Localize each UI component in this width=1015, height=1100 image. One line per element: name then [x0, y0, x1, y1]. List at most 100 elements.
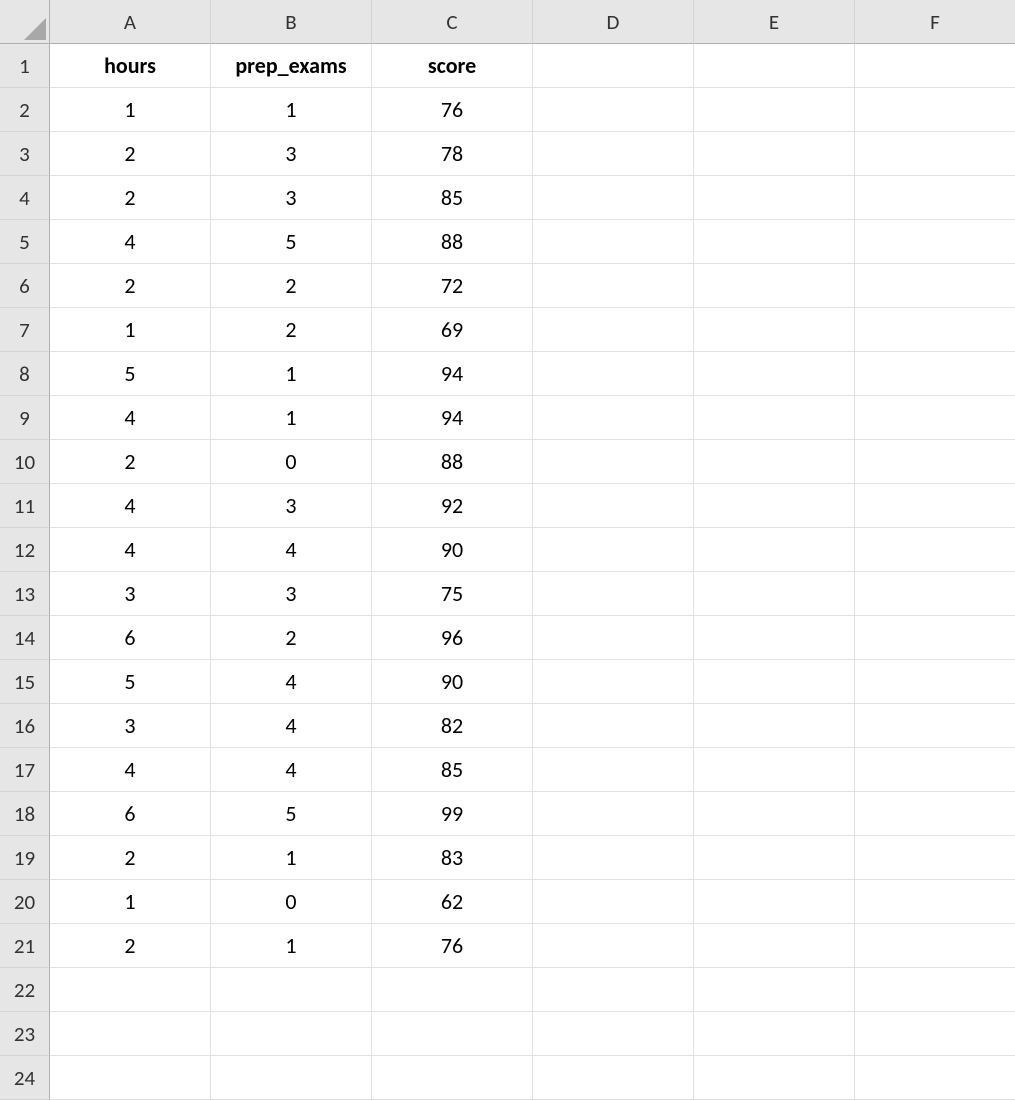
cell-E10[interactable] — [694, 440, 855, 484]
cell-E7[interactable] — [694, 308, 855, 352]
cell-D8[interactable] — [533, 352, 694, 396]
cell-A2[interactable]: 1 — [50, 88, 211, 132]
cell-C6[interactable]: 72 — [372, 264, 533, 308]
cell-A18[interactable]: 6 — [50, 792, 211, 836]
cell-C19[interactable]: 83 — [372, 836, 533, 880]
column-header-A[interactable]: A — [50, 0, 211, 44]
cell-D22[interactable] — [533, 968, 694, 1012]
cell-D5[interactable] — [533, 220, 694, 264]
row-header-2[interactable]: 2 — [0, 88, 50, 132]
cell-F12[interactable] — [855, 528, 1015, 572]
column-header-F[interactable]: F — [855, 0, 1015, 44]
cell-A11[interactable]: 4 — [50, 484, 211, 528]
cell-F19[interactable] — [855, 836, 1015, 880]
cell-C10[interactable]: 88 — [372, 440, 533, 484]
cell-D16[interactable] — [533, 704, 694, 748]
cell-B14[interactable]: 2 — [211, 616, 372, 660]
cell-C20[interactable]: 62 — [372, 880, 533, 924]
cell-E1[interactable] — [694, 44, 855, 88]
column-header-E[interactable]: E — [694, 0, 855, 44]
cell-A12[interactable]: 4 — [50, 528, 211, 572]
column-header-B[interactable]: B — [211, 0, 372, 44]
cell-C24[interactable] — [372, 1056, 533, 1100]
row-header-6[interactable]: 6 — [0, 264, 50, 308]
cell-E2[interactable] — [694, 88, 855, 132]
cell-D7[interactable] — [533, 308, 694, 352]
cell-C11[interactable]: 92 — [372, 484, 533, 528]
cell-F9[interactable] — [855, 396, 1015, 440]
cell-C14[interactable]: 96 — [372, 616, 533, 660]
cell-D11[interactable] — [533, 484, 694, 528]
row-header-20[interactable]: 20 — [0, 880, 50, 924]
cell-F22[interactable] — [855, 968, 1015, 1012]
column-header-C[interactable]: C — [372, 0, 533, 44]
row-header-3[interactable]: 3 — [0, 132, 50, 176]
cell-E15[interactable] — [694, 660, 855, 704]
cell-C16[interactable]: 82 — [372, 704, 533, 748]
cell-D1[interactable] — [533, 44, 694, 88]
cell-E18[interactable] — [694, 792, 855, 836]
cell-B11[interactable]: 3 — [211, 484, 372, 528]
select-all-corner[interactable] — [0, 0, 50, 44]
cell-F15[interactable] — [855, 660, 1015, 704]
cell-F16[interactable] — [855, 704, 1015, 748]
cell-E19[interactable] — [694, 836, 855, 880]
cell-F6[interactable] — [855, 264, 1015, 308]
cell-F11[interactable] — [855, 484, 1015, 528]
cell-B22[interactable] — [211, 968, 372, 1012]
cell-A1[interactable]: hours — [50, 44, 211, 88]
cell-D23[interactable] — [533, 1012, 694, 1056]
row-header-23[interactable]: 23 — [0, 1012, 50, 1056]
row-header-12[interactable]: 12 — [0, 528, 50, 572]
cell-E5[interactable] — [694, 220, 855, 264]
cell-D14[interactable] — [533, 616, 694, 660]
row-header-11[interactable]: 11 — [0, 484, 50, 528]
cell-B5[interactable]: 5 — [211, 220, 372, 264]
cell-B9[interactable]: 1 — [211, 396, 372, 440]
cell-F13[interactable] — [855, 572, 1015, 616]
cell-D9[interactable] — [533, 396, 694, 440]
cell-B21[interactable]: 1 — [211, 924, 372, 968]
cell-F10[interactable] — [855, 440, 1015, 484]
row-header-4[interactable]: 4 — [0, 176, 50, 220]
spreadsheet-grid[interactable]: A B C D E F 1 hours prep_exams score 2 1… — [0, 0, 1015, 1100]
cell-B8[interactable]: 1 — [211, 352, 372, 396]
cell-F5[interactable] — [855, 220, 1015, 264]
cell-A20[interactable]: 1 — [50, 880, 211, 924]
cell-D17[interactable] — [533, 748, 694, 792]
cell-C1[interactable]: score — [372, 44, 533, 88]
cell-A4[interactable]: 2 — [50, 176, 211, 220]
cell-E14[interactable] — [694, 616, 855, 660]
cell-E22[interactable] — [694, 968, 855, 1012]
row-header-13[interactable]: 13 — [0, 572, 50, 616]
cell-A6[interactable]: 2 — [50, 264, 211, 308]
cell-A24[interactable] — [50, 1056, 211, 1100]
cell-E3[interactable] — [694, 132, 855, 176]
cell-A14[interactable]: 6 — [50, 616, 211, 660]
cell-B1[interactable]: prep_exams — [211, 44, 372, 88]
cell-E8[interactable] — [694, 352, 855, 396]
cell-E6[interactable] — [694, 264, 855, 308]
cell-D19[interactable] — [533, 836, 694, 880]
cell-A8[interactable]: 5 — [50, 352, 211, 396]
cell-D3[interactable] — [533, 132, 694, 176]
cell-F7[interactable] — [855, 308, 1015, 352]
cell-B4[interactable]: 3 — [211, 176, 372, 220]
cell-D4[interactable] — [533, 176, 694, 220]
cell-C23[interactable] — [372, 1012, 533, 1056]
cell-C15[interactable]: 90 — [372, 660, 533, 704]
cell-A16[interactable]: 3 — [50, 704, 211, 748]
cell-B17[interactable]: 4 — [211, 748, 372, 792]
cell-D2[interactable] — [533, 88, 694, 132]
row-header-24[interactable]: 24 — [0, 1056, 50, 1100]
row-header-19[interactable]: 19 — [0, 836, 50, 880]
cell-B18[interactable]: 5 — [211, 792, 372, 836]
cell-C3[interactable]: 78 — [372, 132, 533, 176]
cell-C13[interactable]: 75 — [372, 572, 533, 616]
row-header-10[interactable]: 10 — [0, 440, 50, 484]
cell-D12[interactable] — [533, 528, 694, 572]
cell-C17[interactable]: 85 — [372, 748, 533, 792]
cell-A22[interactable] — [50, 968, 211, 1012]
cell-E21[interactable] — [694, 924, 855, 968]
cell-E23[interactable] — [694, 1012, 855, 1056]
